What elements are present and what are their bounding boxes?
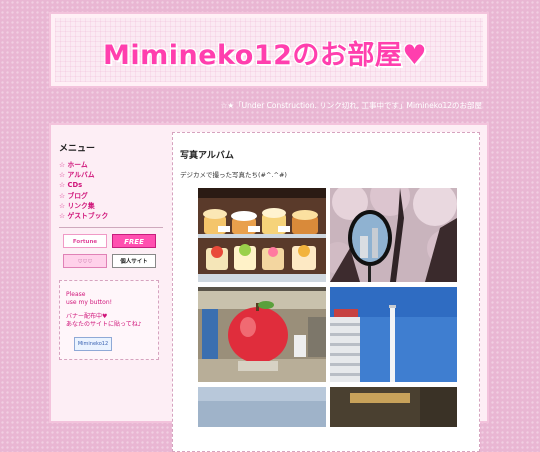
food-display-photo[interactable] — [198, 188, 326, 282]
menu-item-guestbook[interactable]: ☆ ゲストブック — [59, 211, 167, 221]
mybutton-line-2: use my button! — [66, 299, 113, 307]
my-button-box: Please use my button! バナー配布中♥ あなたのサイトに貼っ… — [59, 280, 159, 361]
menu-item-cds[interactable]: ☆ CDs — [59, 180, 167, 190]
banner-grid: Fortune FREE ♡♡♡ 個人サイト — [63, 234, 167, 269]
banner-hearts[interactable]: ♡♡♡ — [63, 254, 107, 269]
album-panel: 写真アルバム デジカメで撮った写真たち(#^.^#) — [172, 132, 480, 452]
banner-personal-site[interactable]: 個人サイト — [112, 254, 156, 269]
menu-item-links[interactable]: ☆ リンク集 — [59, 201, 167, 211]
album-description: デジカメで撮った写真たち(#^.^#) — [180, 171, 287, 179]
mybutton-line-4: あなたのサイトに貼ってね♪ — [66, 321, 142, 329]
menu-item-blog[interactable]: ☆ ブログ — [59, 191, 167, 201]
building-chimney-photo[interactable] — [330, 287, 457, 382]
mybutton-line-3: バナー配布中♥ — [66, 313, 108, 321]
cherry-blossom-mirror-photo[interactable] — [330, 188, 457, 282]
site-title: Mimineko12のお部屋♥ — [103, 40, 428, 71]
menu-list: ☆ ホーム ☆ アルバム ☆ CDs ☆ ブログ ☆ リンク集 ☆ ゲストブック — [59, 160, 167, 221]
apple-statue-photo[interactable] — [198, 287, 326, 382]
street-photo[interactable] — [330, 387, 457, 427]
sky-photo[interactable] — [198, 387, 326, 427]
site-header: Mimineko12のお部屋♥ — [49, 12, 489, 88]
menu-item-album[interactable]: ☆ アルバム — [59, 170, 167, 180]
banner-fortune[interactable]: Fortune — [63, 234, 107, 249]
sidebar: メニュー ☆ ホーム ☆ アルバム ☆ CDs ☆ ブログ ☆ リンク集 ☆ ゲ… — [59, 141, 167, 361]
menu-divider — [59, 227, 163, 229]
main-container: メニュー ☆ ホーム ☆ アルバム ☆ CDs ☆ ブログ ☆ リンク集 ☆ ゲ… — [49, 123, 489, 452]
banner-free[interactable]: FREE — [112, 234, 156, 249]
construction-notice: ☆★「Under Construction. リンク切れ, 工事中です」Mimi… — [220, 101, 482, 110]
mybutton-line-1: Please — [66, 291, 86, 299]
menu-item-home[interactable]: ☆ ホーム — [59, 160, 167, 170]
menu-heading: メニュー — [59, 144, 96, 154]
album-title: 写真アルバム — [180, 151, 234, 161]
site-banner[interactable]: Mimineko12 — [74, 337, 112, 352]
